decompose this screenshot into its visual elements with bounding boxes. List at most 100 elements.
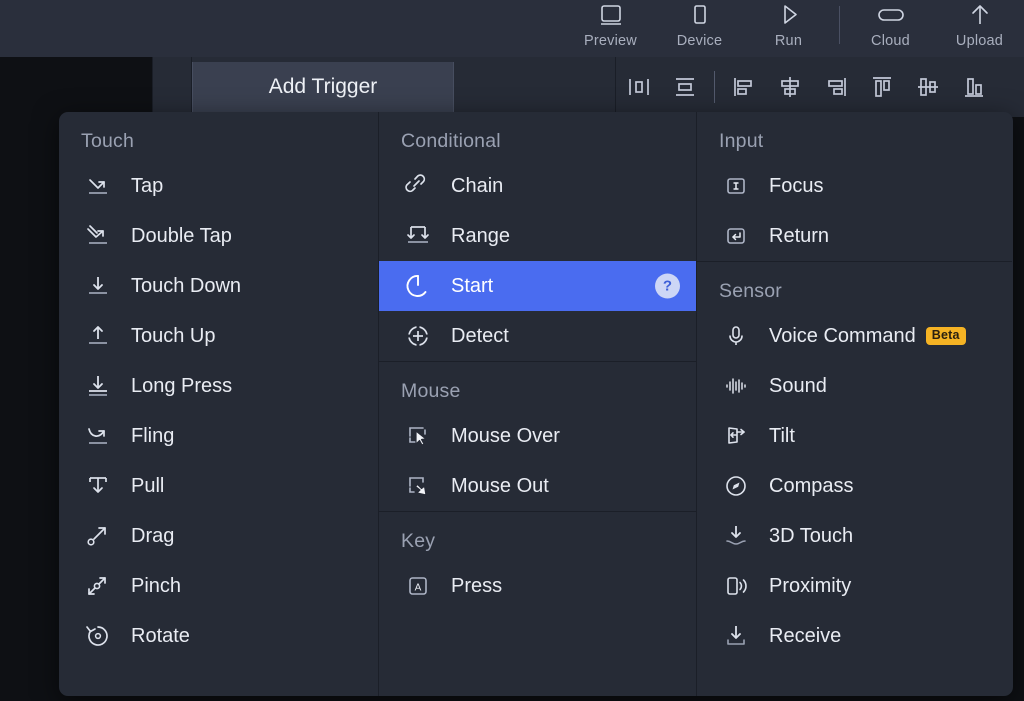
menu-item-label: Proximity (769, 575, 851, 598)
toolbar-button-device[interactable]: Device (655, 0, 744, 57)
align-top-button[interactable] (859, 64, 905, 110)
help-badge[interactable]: ? (655, 274, 680, 299)
cloud-icon (874, 2, 908, 32)
align-left-button[interactable] (721, 64, 767, 110)
menu-item-touch-down[interactable]: Touch Down (59, 261, 378, 311)
menu-item-pull[interactable]: Pull (59, 461, 378, 511)
menu-item-label: Mouse Over (451, 425, 560, 448)
menu-item-label: Mouse Out (451, 475, 549, 498)
menu-item-proximity[interactable]: Proximity (697, 561, 1012, 611)
device-icon (685, 2, 715, 32)
distribute-horizontal-button[interactable] (616, 64, 662, 110)
menu-item-label: Long Press (131, 375, 232, 398)
app-window: Preview Device Run (0, 0, 1024, 701)
group-title-touch: Touch (59, 112, 378, 161)
align-right-icon (822, 73, 850, 101)
key-press-icon: A (401, 569, 435, 603)
menu-item-rotate[interactable]: Rotate (59, 611, 378, 661)
menu-item-mouse-over[interactable]: Mouse Over (379, 411, 696, 461)
align-center-horizontal-icon (776, 73, 804, 101)
menu-item-label: Range (451, 225, 510, 248)
group-title-mouse: Mouse (379, 362, 696, 411)
menu-item-label: Drag (131, 525, 174, 548)
menu-item-label: Rotate (131, 625, 190, 648)
menu-item-label: Voice Command (769, 325, 916, 348)
menu-item-pinch[interactable]: Pinch (59, 561, 378, 611)
rotate-icon (81, 619, 115, 653)
toolbar-label-device: Device (677, 34, 723, 49)
touch-down-icon (81, 269, 115, 303)
menu-item-label: 3D Touch (769, 525, 853, 548)
toolbar-divider (839, 6, 840, 44)
toolbar-button-run[interactable]: Run (744, 0, 833, 57)
distribute-vertical-button[interactable] (662, 64, 708, 110)
menu-item-compass[interactable]: Compass (697, 461, 1012, 511)
add-trigger-button[interactable]: Add Trigger (192, 62, 454, 112)
align-toolbar-divider (714, 71, 715, 103)
align-middle-vertical-button[interactable] (905, 64, 951, 110)
align-top-icon (868, 73, 896, 101)
add-trigger-label: Add Trigger (269, 75, 378, 99)
start-icon (401, 269, 435, 303)
group-title-input: Input (697, 112, 1012, 161)
menu-item-sound[interactable]: Sound (697, 361, 1012, 411)
proximity-icon (719, 569, 753, 603)
group-sensor: Sensor Voice Command Beta (697, 261, 1012, 661)
menu-item-detect[interactable]: Detect (379, 311, 696, 361)
align-center-horizontal-button[interactable] (767, 64, 813, 110)
panel-column-conditional: Conditional Chain (378, 112, 697, 696)
double-tap-icon (81, 219, 115, 253)
top-toolbar-items: Preview Device Run (566, 0, 1024, 57)
toolbar-button-preview[interactable]: Preview (566, 0, 655, 57)
chain-icon (401, 169, 435, 203)
menu-item-label: Return (769, 225, 829, 248)
menu-item-touch-up[interactable]: Touch Up (59, 311, 378, 361)
subbar-divider-1 (152, 57, 153, 117)
tap-icon (81, 169, 115, 203)
trigger-picker-panel: Touch Tap (59, 112, 1013, 696)
align-middle-vertical-icon (914, 73, 942, 101)
menu-item-voice-command[interactable]: Voice Command Beta (697, 311, 1012, 361)
toolbar-button-upload[interactable]: Upload (935, 0, 1024, 57)
tilt-icon (719, 419, 753, 453)
menu-item-label: Compass (769, 475, 853, 498)
align-bottom-button[interactable] (951, 64, 997, 110)
menu-item-mouse-out[interactable]: Mouse Out (379, 461, 696, 511)
group-title-sensor: Sensor (697, 262, 1012, 311)
return-icon (719, 219, 753, 253)
menu-item-label: Touch Up (131, 325, 216, 348)
menu-item-press[interactable]: A Press (379, 561, 696, 611)
distribute-horizontal-icon (625, 73, 653, 101)
menu-item-start[interactable]: Start ? (379, 261, 696, 311)
toolbar-button-cloud[interactable]: Cloud (846, 0, 935, 57)
focus-icon (719, 169, 753, 203)
menu-item-label: Receive (769, 625, 841, 648)
menu-item-3d-touch[interactable]: 3D Touch (697, 511, 1012, 561)
menu-item-double-tap[interactable]: Double Tap (59, 211, 378, 261)
menu-item-fling[interactable]: Fling (59, 411, 378, 461)
menu-item-label: Tap (131, 175, 163, 198)
align-right-button[interactable] (813, 64, 859, 110)
menu-item-tap[interactable]: Tap (59, 161, 378, 211)
menu-item-focus[interactable]: Focus (697, 161, 1012, 211)
menu-item-label: Fling (131, 425, 174, 448)
align-toolbar (616, 57, 997, 117)
menu-item-drag[interactable]: Drag (59, 511, 378, 561)
menu-item-label: Touch Down (131, 275, 241, 298)
menu-item-tilt[interactable]: Tilt (697, 411, 1012, 461)
upload-icon (965, 2, 995, 32)
menu-item-range[interactable]: Range (379, 211, 696, 261)
menu-item-label: Detect (451, 325, 509, 348)
touch-up-icon (81, 319, 115, 353)
menu-item-long-press[interactable]: Long Press (59, 361, 378, 411)
menu-item-label: Pull (131, 475, 164, 498)
align-left-icon (730, 73, 758, 101)
toolbar-label-run: Run (775, 34, 802, 49)
menu-item-return[interactable]: Return (697, 211, 1012, 261)
toolbar-label-preview: Preview (584, 34, 637, 49)
range-icon (401, 219, 435, 253)
group-key: Key A Press (379, 511, 696, 611)
menu-item-chain[interactable]: Chain (379, 161, 696, 211)
svg-text:A: A (415, 583, 422, 594)
menu-item-receive[interactable]: Receive (697, 611, 1012, 661)
